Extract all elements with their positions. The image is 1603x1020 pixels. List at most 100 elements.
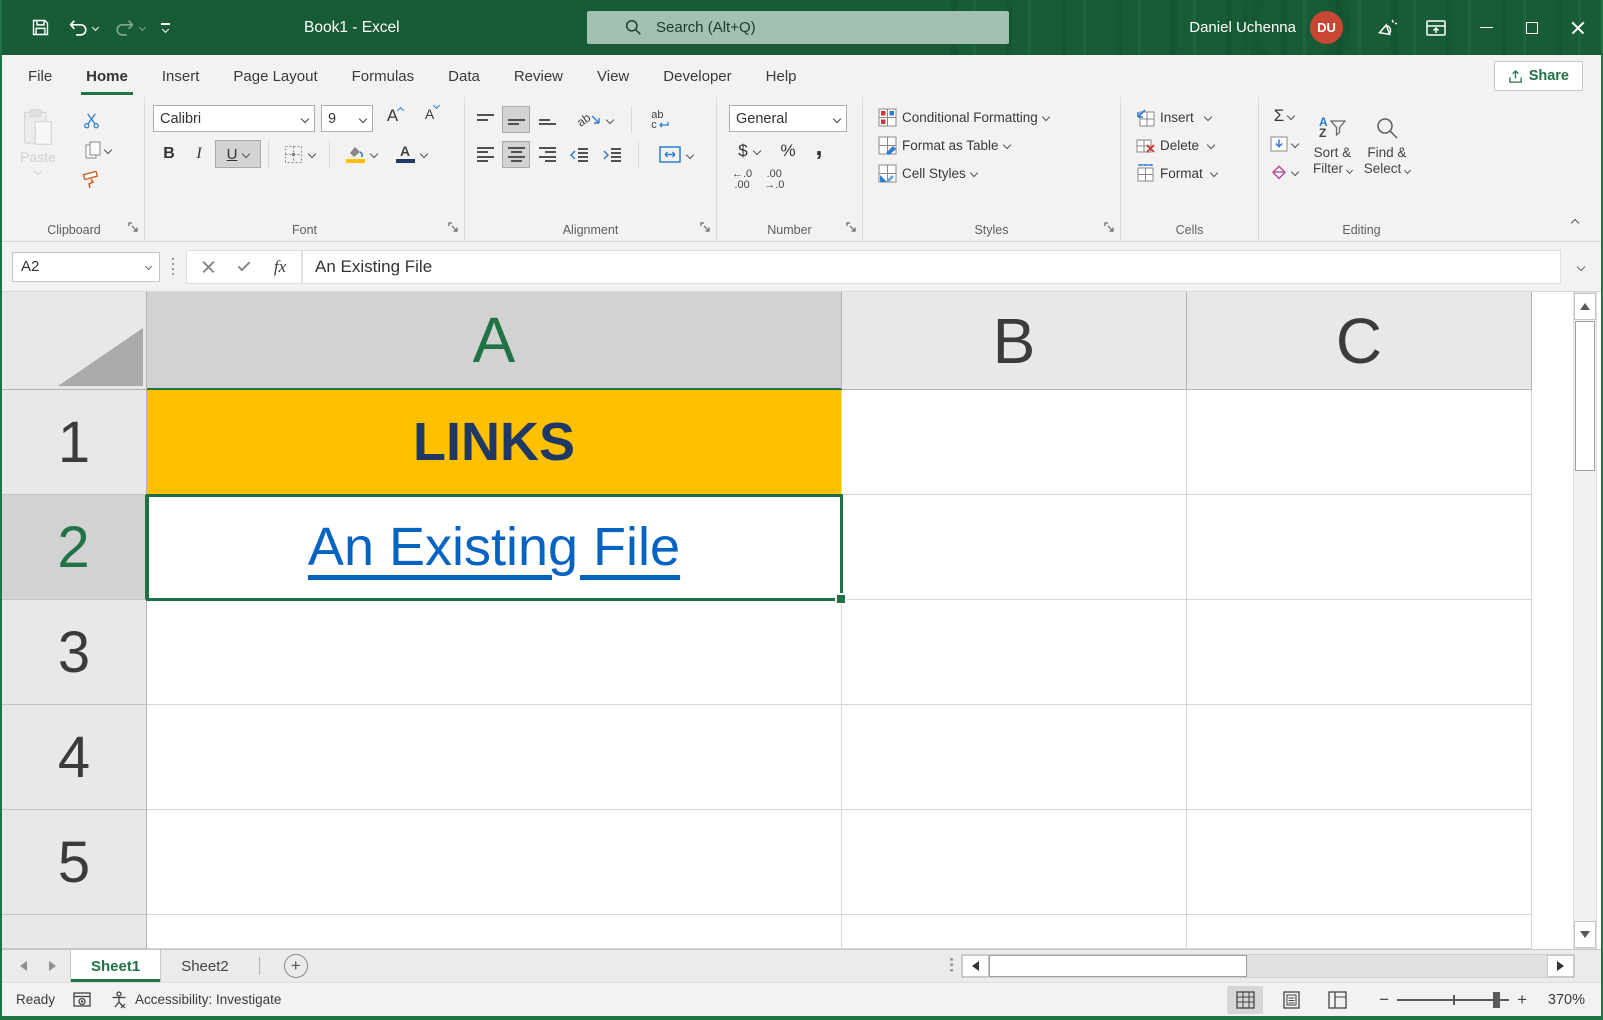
font-family-select[interactable]: Calibri (153, 105, 315, 132)
tabbar-splitter-handle[interactable] (950, 958, 953, 974)
scroll-right-button[interactable] (1547, 955, 1574, 977)
tab-review[interactable]: Review (497, 55, 580, 97)
customize-qat-button[interactable] (155, 11, 176, 45)
cell-b2[interactable] (842, 495, 1187, 600)
find-select-button[interactable]: Find &Select (1358, 103, 1416, 185)
cell-a4[interactable] (147, 705, 842, 810)
cell-c6-partial[interactable] (1187, 915, 1532, 949)
font-color-button[interactable]: A (387, 140, 435, 168)
format-as-table-button[interactable]: Format as Table (875, 131, 1116, 159)
bottom-align-button[interactable] (533, 106, 561, 133)
styles-dialog-launcher[interactable] (1104, 220, 1115, 236)
cancel-button[interactable] (191, 252, 225, 282)
fill-handle[interactable] (835, 593, 847, 605)
bold-button[interactable]: B (155, 140, 183, 168)
horizontal-scroll-thumb[interactable] (989, 955, 1247, 977)
tab-file[interactable]: File (2, 55, 69, 97)
decrease-font-button[interactable]: A (417, 105, 447, 132)
font-size-select[interactable]: 9 (321, 105, 373, 132)
select-all-button[interactable] (2, 292, 147, 390)
new-sheet-button[interactable]: + (284, 954, 308, 978)
fill-color-button[interactable] (337, 140, 385, 168)
maximize-button[interactable] (1509, 0, 1555, 55)
number-dialog-launcher[interactable] (846, 220, 857, 236)
cell-a5[interactable] (147, 810, 842, 915)
minimize-button[interactable] (1463, 0, 1509, 55)
page-layout-view-button[interactable] (1273, 986, 1309, 1014)
align-center-button[interactable] (502, 141, 530, 168)
font-dialog-launcher[interactable] (448, 220, 459, 236)
cell-a1[interactable]: LINKS (147, 390, 842, 495)
sort-filter-button[interactable]: AZ Sort &Filter (1307, 103, 1358, 185)
cell-b1[interactable] (842, 390, 1187, 495)
column-header-b[interactable]: B (842, 292, 1187, 390)
tab-developer[interactable]: Developer (646, 55, 748, 97)
avatar[interactable]: DU (1310, 11, 1343, 44)
zoom-in-button[interactable]: + (1517, 990, 1527, 1010)
conditional-formatting-button[interactable]: Conditional Formatting (875, 103, 1116, 131)
underline-button[interactable]: U (215, 140, 261, 168)
ribbon-display-options-button[interactable] (1419, 11, 1453, 45)
cell-b5[interactable] (842, 810, 1187, 915)
row-header-5[interactable]: 5 (2, 810, 147, 915)
autosum-button[interactable]: Σ (1267, 103, 1301, 129)
decrease-decimal-button[interactable]: .00 →.0 (763, 168, 785, 192)
macro-record-button[interactable] (73, 991, 92, 1008)
search-box[interactable]: Search (Alt+Q) (587, 11, 1009, 44)
increase-font-button[interactable]: A (379, 105, 411, 132)
cut-button[interactable] (76, 107, 106, 133)
scroll-left-button[interactable] (962, 955, 989, 977)
cell-c5[interactable] (1187, 810, 1532, 915)
tab-insert[interactable]: Insert (145, 55, 217, 97)
tab-data[interactable]: Data (431, 55, 497, 97)
cell-a2-hyperlink[interactable]: An Existing File (308, 516, 680, 578)
redo-button[interactable] (108, 11, 151, 45)
orientation-button[interactable]: ab (570, 106, 620, 133)
tab-formulas[interactable]: Formulas (335, 55, 432, 97)
formula-bar-resize-handle[interactable] (172, 258, 174, 276)
zoom-slider[interactable] (1397, 999, 1509, 1001)
collapse-ribbon-button[interactable] (1563, 213, 1587, 233)
next-sheet-icon[interactable] (49, 961, 56, 971)
accessibility-checker-button[interactable]: Accessibility: Investigate (110, 991, 281, 1009)
percent-button[interactable]: % (773, 138, 803, 164)
enter-button[interactable] (227, 252, 261, 282)
alignment-dialog-launcher[interactable] (700, 220, 711, 236)
tab-view[interactable]: View (580, 55, 646, 97)
borders-button[interactable] (276, 140, 322, 168)
decrease-indent-button[interactable] (564, 141, 594, 168)
zoom-level[interactable]: 370% (1537, 992, 1585, 1008)
number-format-select[interactable]: General (729, 105, 847, 132)
row-header-1[interactable]: 1 (2, 390, 147, 495)
italic-button[interactable]: I (185, 140, 213, 168)
increase-decimal-button[interactable]: ←.0 .00 (731, 168, 753, 192)
cell-c4[interactable] (1187, 705, 1532, 810)
middle-align-button[interactable] (502, 106, 530, 133)
feedback-button[interactable] (1369, 11, 1405, 45)
close-button[interactable] (1555, 0, 1601, 55)
cell-styles-button[interactable]: Cell Styles (875, 159, 1116, 187)
row-header-4[interactable]: 4 (2, 705, 147, 810)
format-painter-button[interactable] (76, 167, 106, 193)
scroll-up-button[interactable] (1574, 293, 1596, 320)
tab-home[interactable]: Home (69, 55, 145, 97)
cell-c3[interactable] (1187, 600, 1532, 705)
column-header-a[interactable]: A (147, 292, 842, 390)
user-name[interactable]: Daniel Uchenna (1189, 19, 1296, 36)
merge-center-button[interactable] (650, 141, 702, 168)
share-button[interactable]: Share (1494, 61, 1583, 91)
tab-page-layout[interactable]: Page Layout (216, 55, 334, 97)
name-box[interactable]: A2 (12, 252, 160, 282)
top-align-button[interactable] (471, 106, 499, 133)
cell-b3[interactable] (842, 600, 1187, 705)
cell-c1[interactable] (1187, 390, 1532, 495)
align-left-button[interactable] (471, 141, 499, 168)
sheet-tab-sheet2[interactable]: Sheet2 (161, 950, 249, 982)
undo-button[interactable] (61, 11, 104, 45)
clipboard-dialog-launcher[interactable] (128, 220, 139, 236)
tab-help[interactable]: Help (749, 55, 814, 97)
wrap-text-button[interactable]: ab c (643, 106, 677, 133)
cell-a2-selected[interactable]: An Existing File (147, 495, 842, 600)
cell-b4[interactable] (842, 705, 1187, 810)
row-header-2[interactable]: 2 (2, 495, 147, 600)
